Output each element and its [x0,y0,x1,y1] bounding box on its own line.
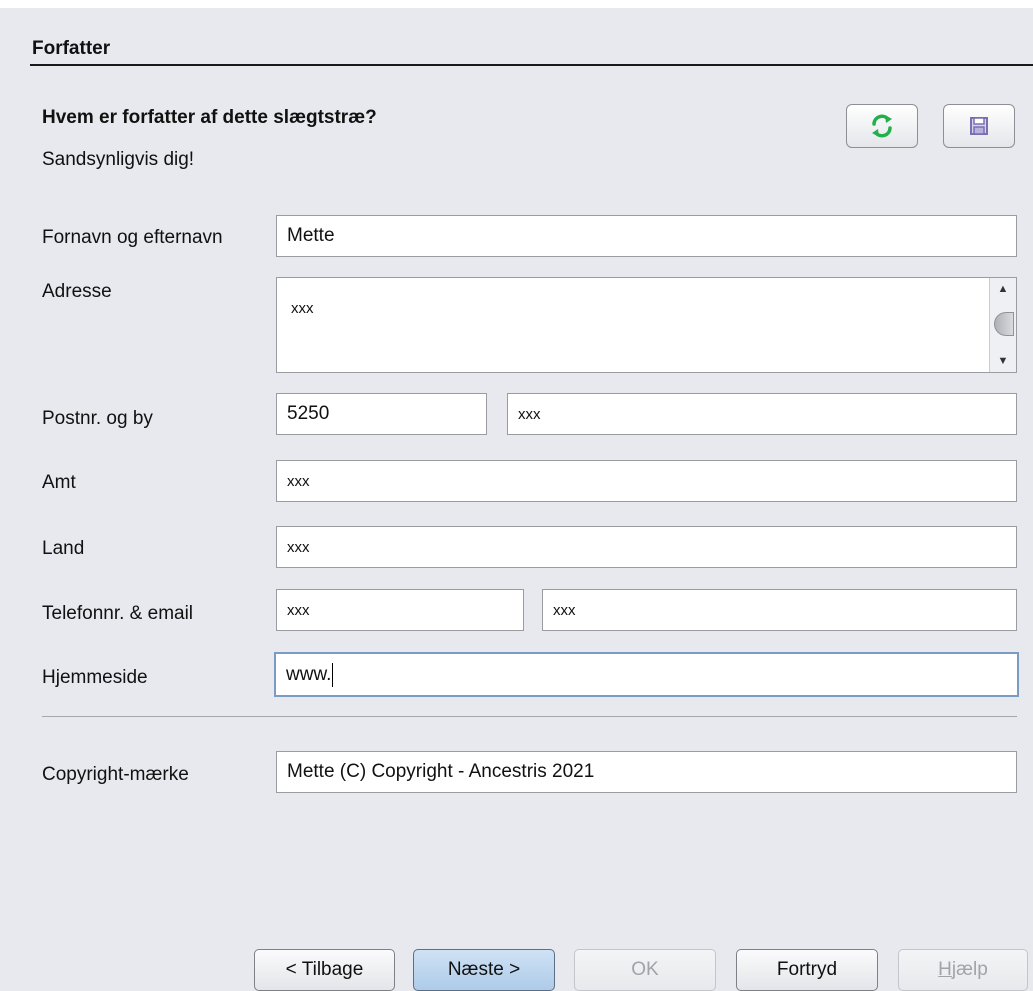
homepage-label: Hjemmeside [42,667,148,688]
address-value: xxx [291,300,314,317]
scroll-up-arrow-icon[interactable]: ▲ [990,280,1016,298]
country-input[interactable]: xxx [276,526,1017,568]
address-label: Adresse [42,281,112,302]
hint-text: Sandsynligvis dig! [42,149,195,170]
phone-input[interactable]: xxx [276,589,524,631]
county-input[interactable]: xxx [276,460,1017,502]
county-label: Amt [42,472,76,493]
section-title: Forfatter [32,38,111,59]
postcode-city-label: Postnr. og by [42,408,153,429]
scroll-thumb[interactable] [994,312,1014,336]
name-label: Fornavn og efternavn [42,227,223,248]
save-icon [970,117,988,135]
text-caret [332,662,334,687]
question-heading: Hvem er forfatter af dette slægtstræ? [42,107,377,128]
help-mnemonic: H [938,959,952,980]
copyright-label: Copyright-mærke [42,764,189,785]
help-label-rest: jælp [951,959,988,980]
refresh-icon [872,114,892,138]
help-button[interactable]: Hjælp [898,949,1028,991]
back-button[interactable]: < Tilbage [254,949,395,991]
homepage-input[interactable]: www. [274,652,1019,697]
section-divider [30,64,1033,66]
postcode-input[interactable]: 5250 [276,393,487,435]
next-button[interactable]: Næste > [413,949,555,991]
top-strip [0,0,1033,8]
copyright-input[interactable]: Mette (C) Copyright - Ancestris 2021 [276,751,1017,793]
ok-button[interactable]: OK [574,949,716,991]
address-textarea[interactable]: xxx ▲ ▼ [276,277,1017,373]
save-button[interactable] [943,104,1015,148]
homepage-value: www. [286,663,332,685]
cancel-button[interactable]: Fortryd [736,949,878,991]
address-scrollbar[interactable]: ▲ ▼ [989,278,1016,372]
name-input[interactable]: Mette [276,215,1017,257]
refresh-button[interactable] [846,104,918,148]
scroll-down-arrow-icon[interactable]: ▼ [990,352,1016,370]
country-label: Land [42,538,85,559]
separator [42,716,1017,717]
phone-email-label: Telefonnr. & email [42,603,194,624]
email-input[interactable]: xxx [542,589,1017,631]
city-input[interactable]: xxx [507,393,1017,435]
